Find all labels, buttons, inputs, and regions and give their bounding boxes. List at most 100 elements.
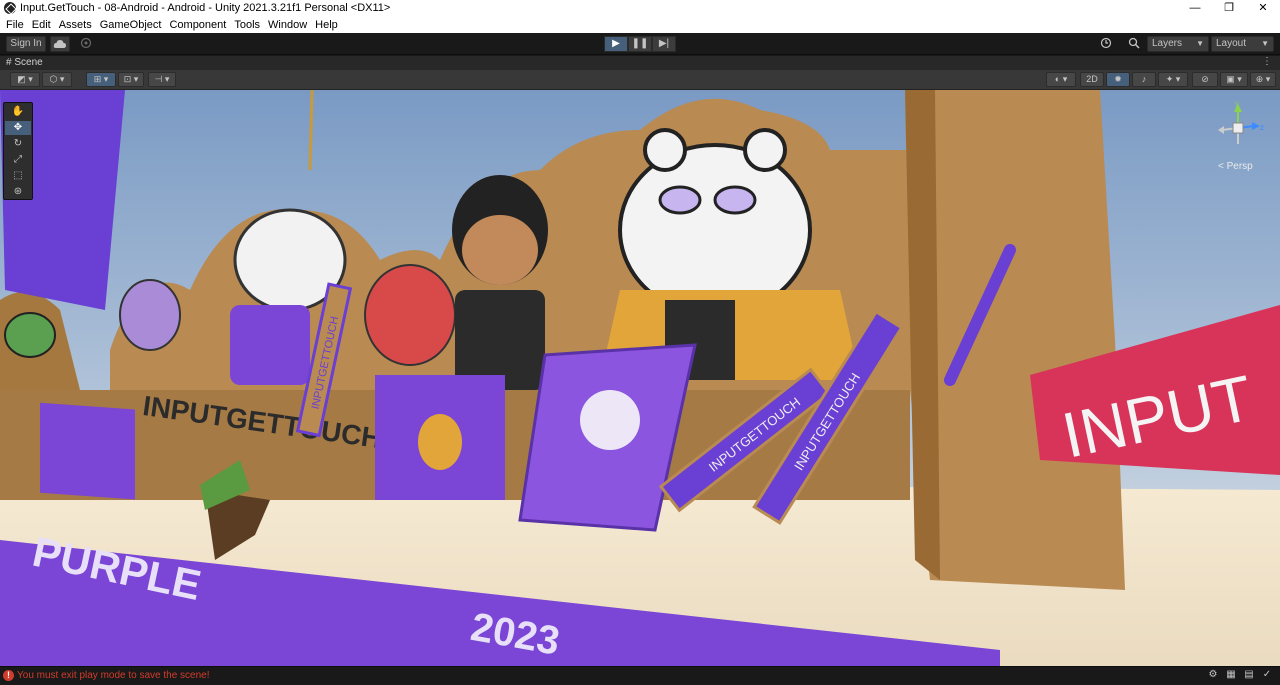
camera-icon: ▣ ▾	[1226, 74, 1242, 84]
gizmos-dropdown[interactable]: ⊕ ▾	[1250, 72, 1276, 87]
light-bulb-icon: ✹	[1114, 74, 1122, 84]
debug-icon[interactable]: ⚙	[1204, 669, 1222, 680]
scale-tool-icon[interactable]: ⤢	[5, 153, 31, 167]
grid-settings-icon: ⊡ ▾	[123, 74, 139, 84]
menu-window[interactable]: Window	[268, 19, 307, 31]
character-red-hair	[364, 264, 456, 366]
main-toolbar: Sign In ▶ ❚❚ ▶| Layers ▼ Layout ▼	[0, 33, 1280, 55]
bear-head	[618, 143, 812, 317]
grid-settings-dropdown[interactable]: ⊡ ▾	[118, 72, 144, 87]
search-icon	[1128, 37, 1140, 49]
tab-menu-icon[interactable]: ⋮	[1262, 56, 1272, 67]
toggle-2d-button[interactable]: 2D	[1080, 72, 1104, 87]
status-icons: ⚙ ▦ ▤ ✓	[1204, 669, 1276, 680]
bear-ear-left	[643, 128, 687, 172]
layers-label: Layers	[1152, 38, 1183, 49]
minimize-button[interactable]: —	[1178, 0, 1212, 16]
scene-render: INPUTGETTOUCH INPUTGETTOUCH INPUTGETTOUC…	[0, 90, 1280, 666]
orientation-gizmo[interactable]: y z	[1214, 99, 1264, 154]
gizmo-y-label: y	[1235, 100, 1239, 108]
menu-component[interactable]: Component	[169, 19, 226, 31]
menu-edit[interactable]: Edit	[32, 19, 51, 31]
menu-file[interactable]: File	[6, 19, 24, 31]
unity-logo-icon	[4, 2, 16, 14]
layout-label: Layout	[1216, 38, 1247, 49]
playmode-controls: ▶ ❚❚ ▶|	[604, 36, 676, 52]
draw-mode-dropdown[interactable]: ◩ ▾	[10, 72, 40, 87]
chevron-down-icon: ▼	[1261, 39, 1269, 48]
status-message[interactable]: You must exit play mode to save the scen…	[17, 670, 210, 681]
history-icon	[1100, 37, 1112, 49]
shading-dropdown[interactable]: ⬡ ▾	[42, 72, 72, 87]
scene-toolbar: ◩ ▾ ⬡ ▾ ⊞ ▾ ⊡ ▾ ⊣ ▾ ◐ ▾ 2D ✹ ♪ ✦ ▾ ⊘ ▣ ▾…	[0, 70, 1280, 90]
layers-dropdown[interactable]: Layers ▼	[1147, 36, 1209, 52]
rotate-tool-icon[interactable]: ↻	[5, 137, 31, 151]
camera-settings-dropdown[interactable]: ▣ ▾	[1220, 72, 1248, 87]
projection-label[interactable]: < Persp	[1218, 161, 1253, 172]
menu-tools[interactable]: Tools	[234, 19, 260, 31]
undo-history-button[interactable]	[1096, 36, 1116, 52]
cloud-button[interactable]	[50, 36, 70, 52]
scene-tab-bar: # Scene ⋮	[0, 56, 1280, 70]
hanging-rope	[308, 90, 314, 171]
bear-glasses-right	[713, 185, 757, 215]
console-icon[interactable]: ▤	[1240, 669, 1258, 680]
eye-slash-icon: ⊘	[1201, 74, 1209, 84]
shading-sphere-icon: ◐ ▾	[1054, 74, 1068, 84]
play-button[interactable]: ▶	[604, 36, 628, 52]
increment-snap-dropdown[interactable]: ⊣ ▾	[148, 72, 176, 87]
hand-tool-icon[interactable]: ✋	[5, 105, 31, 119]
tab-scene-label: Scene	[14, 57, 43, 68]
menu-gameobject[interactable]: GameObject	[100, 19, 162, 31]
bear-ear-right	[743, 128, 787, 172]
scene-viewport[interactable]: INPUTGETTOUCH INPUTGETTOUCH INPUTGETTOUC…	[0, 90, 1280, 666]
check-icon[interactable]: ✓	[1258, 669, 1276, 680]
audio-icon: ♪	[1141, 74, 1147, 84]
character-mouse	[119, 279, 181, 351]
rect-tool-icon[interactable]: ⬚	[5, 169, 31, 183]
close-button[interactable]: ✕	[1246, 0, 1280, 16]
audio-toggle[interactable]: ♪	[1132, 72, 1156, 87]
lighting-toggle[interactable]: ✹	[1106, 72, 1130, 87]
grid-icon: ⊞ ▾	[93, 74, 109, 84]
layout-dropdown[interactable]: Layout ▼	[1211, 36, 1274, 52]
step-button[interactable]: ▶|	[652, 36, 676, 52]
hidden-objects-toggle[interactable]: ⊘	[1192, 72, 1218, 87]
window-controls: — ❐ ✕	[1178, 0, 1280, 16]
tab-scene[interactable]: # Scene	[6, 57, 43, 68]
status-bar: ! You must exit play mode to save the sc…	[0, 666, 1280, 685]
menu-assets[interactable]: Assets	[59, 19, 92, 31]
menu-bar: File Edit Assets GameObject Component To…	[0, 16, 1280, 33]
window-title: Input.GetTouch - 08-Android - Android - …	[20, 2, 391, 14]
chevron-down-icon: ▼	[1196, 39, 1204, 48]
character-purple-body	[230, 305, 310, 385]
bear-glasses-left	[658, 185, 702, 215]
progress-icon[interactable]: ▦	[1222, 669, 1240, 680]
scene-icon: #	[6, 57, 12, 68]
cube-icon: ⬡ ▾	[49, 74, 65, 84]
shading-mode-dropdown[interactable]: ◐ ▾	[1046, 72, 1076, 87]
sign-in-button[interactable]: Sign In	[6, 36, 46, 52]
move-tool-icon[interactable]: ✥	[5, 121, 31, 135]
transform-tool-icon[interactable]: ⊛	[5, 185, 31, 199]
error-icon: !	[3, 670, 14, 681]
pause-button[interactable]: ❚❚	[628, 36, 652, 52]
cloud-icon	[53, 40, 66, 48]
tool-palette: ✋ ✥ ↻ ⤢ ⬚ ⊛	[3, 102, 33, 200]
sign-logo-icon	[580, 390, 640, 450]
snap-icon: ⊣ ▾	[154, 74, 170, 84]
collab-button[interactable]	[76, 36, 96, 52]
maximize-button[interactable]: ❐	[1212, 0, 1246, 16]
character-frog	[4, 312, 56, 358]
draw-mode-icon: ◩ ▾	[17, 74, 33, 84]
collab-icon	[80, 37, 92, 49]
character-face	[462, 215, 538, 285]
gizmo-z-label: z	[1260, 123, 1264, 132]
effects-dropdown[interactable]: ✦ ▾	[1158, 72, 1188, 87]
panel-logo-icon	[418, 414, 462, 470]
gizmos-icon: ⊕ ▾	[1255, 74, 1271, 84]
search-button[interactable]	[1124, 36, 1144, 52]
grid-snap-toggle[interactable]: ⊞ ▾	[86, 72, 116, 87]
purple-panel-left	[40, 402, 135, 500]
menu-help[interactable]: Help	[315, 19, 338, 31]
